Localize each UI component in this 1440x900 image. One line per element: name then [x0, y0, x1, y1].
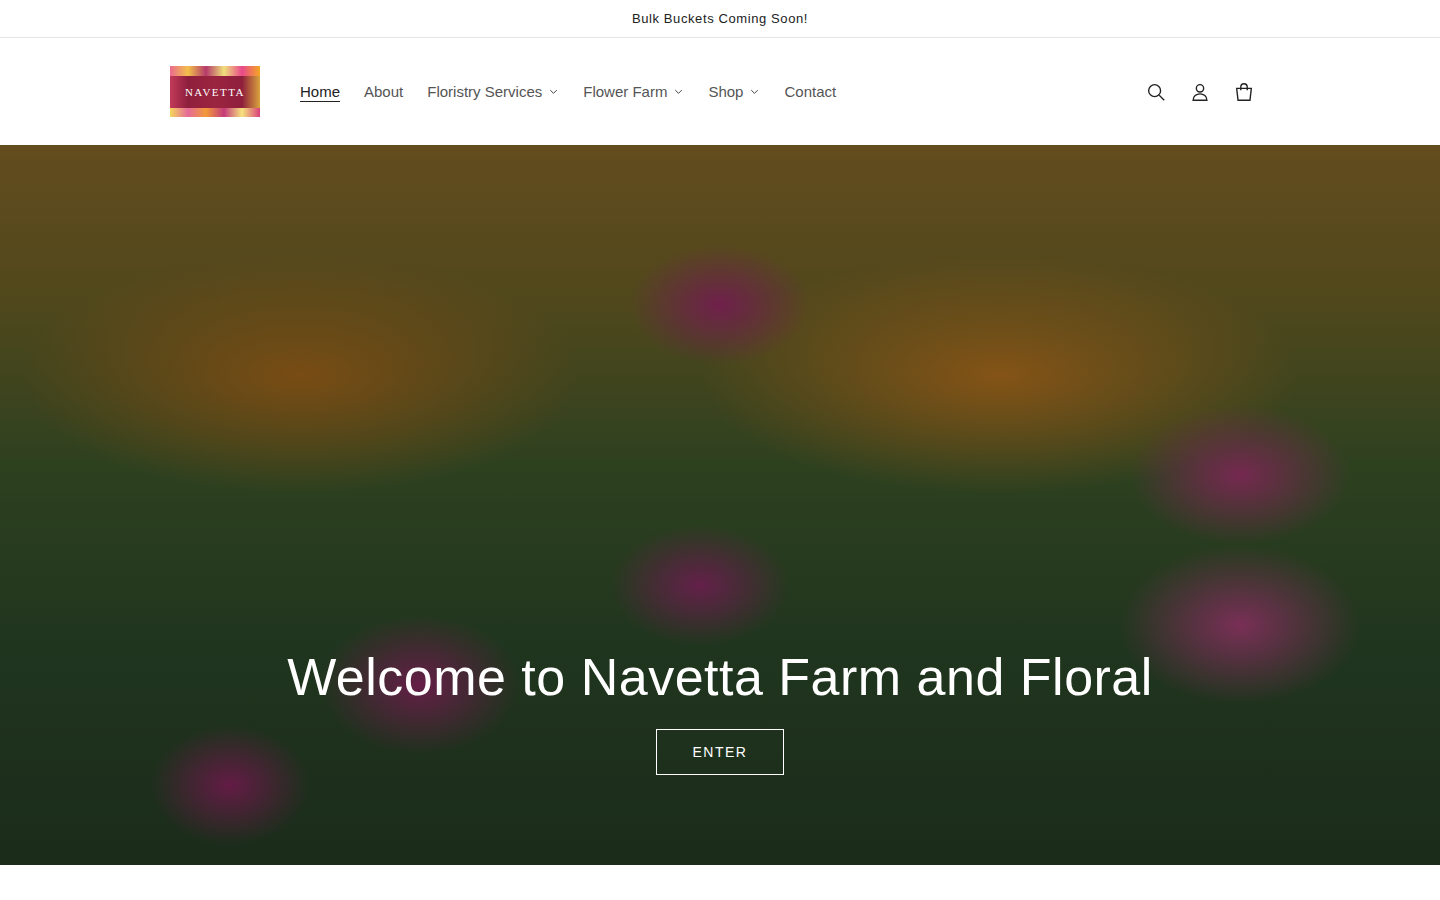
hero-banner: Welcome to Navetta Farm and Floral ENTER [0, 145, 1440, 865]
logo-text: NAVETTA [185, 86, 245, 98]
nav-item[interactable]: Shop [698, 75, 770, 108]
search-icon [1145, 81, 1167, 103]
nav-item[interactable]: Contact [774, 75, 846, 108]
nav-label[interactable]: Contact [784, 83, 836, 100]
chevron-down-icon [749, 86, 760, 97]
site-logo[interactable]: NAVETTA [170, 66, 260, 117]
hero-title: Welcome to Navetta Farm and Floral [287, 647, 1153, 707]
announcement-bar: Bulk Buckets Coming Soon! [0, 0, 1440, 38]
chevron-down-icon [673, 86, 684, 97]
nav-label[interactable]: Shop [708, 83, 743, 100]
nav-item[interactable]: About [354, 75, 413, 108]
nav-label[interactable]: Home [300, 83, 340, 100]
hero-content: Welcome to Navetta Farm and Floral ENTER [0, 647, 1440, 775]
enter-button[interactable]: ENTER [656, 729, 785, 775]
nav-item[interactable]: Floristry Services [417, 75, 569, 108]
account-button[interactable] [1178, 70, 1222, 114]
search-button[interactable] [1134, 70, 1178, 114]
cart-button[interactable] [1222, 70, 1266, 114]
nav-item[interactable]: Flower Farm [573, 75, 694, 108]
account-icon [1189, 81, 1211, 103]
cart-icon [1233, 81, 1255, 103]
main-nav: Home About Floristry Services Flower Farm Sh… [290, 75, 846, 108]
header-inner: NAVETTA Home About Floristry Services Flower… [170, 38, 1270, 145]
chevron-down-icon [548, 86, 559, 97]
nav-label[interactable]: About [364, 83, 403, 100]
nav-item[interactable]: Home [290, 75, 350, 108]
nav-label[interactable]: Floristry Services [427, 83, 542, 100]
site-header: NAVETTA Home About Floristry Services Flower… [0, 38, 1440, 145]
nav-label[interactable]: Flower Farm [583, 83, 667, 100]
header-icons [1134, 70, 1266, 114]
